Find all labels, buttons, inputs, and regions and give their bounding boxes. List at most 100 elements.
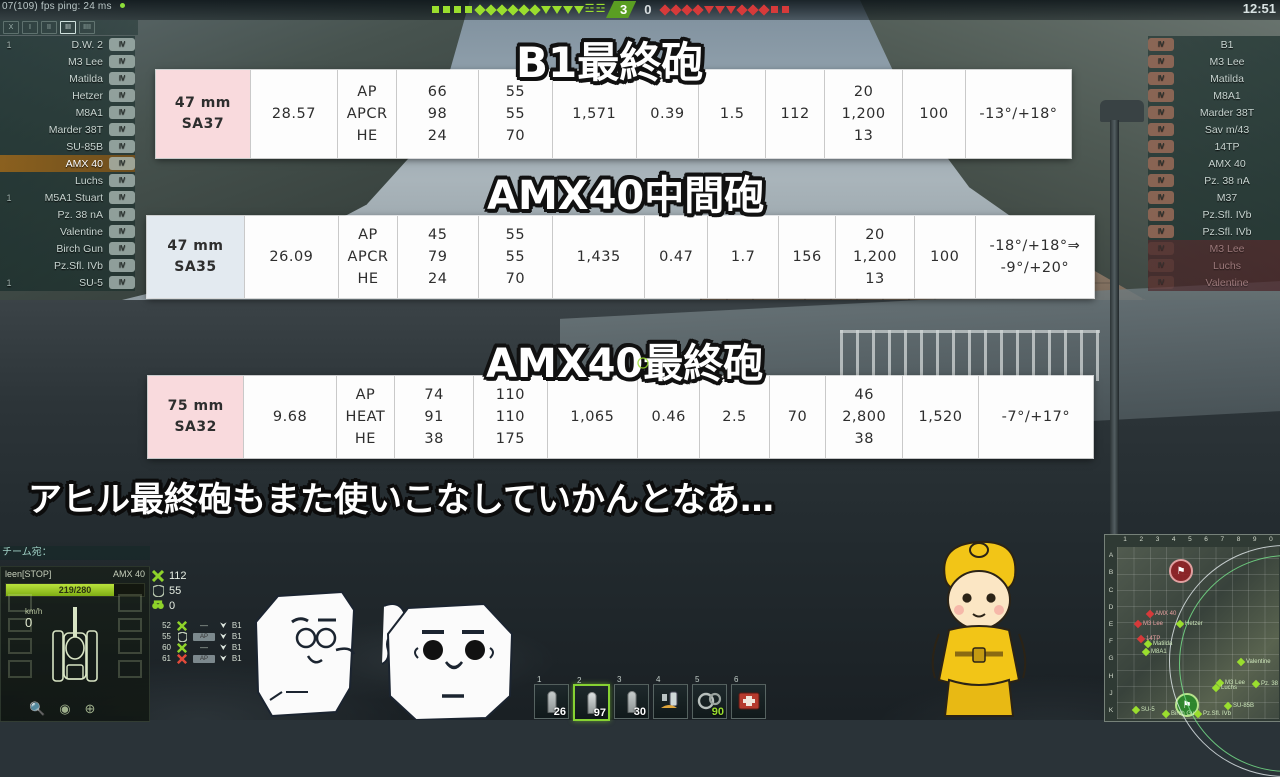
ally-roster-row[interactable]: Pz.Sfl. IVb IV <box>0 257 135 274</box>
ally-roster-row[interactable]: 1 SU-5 IV <box>0 274 135 291</box>
enemy-roster-row[interactable]: IV M37 <box>1148 189 1280 206</box>
team-chat-label[interactable]: チーム宛： <box>0 546 150 560</box>
enemy-roster-row[interactable]: IV Valentine <box>1148 274 1280 291</box>
enemy-roster-row[interactable]: IV Pz. 38 nA <box>1148 172 1280 189</box>
ammo-slot-ap-shell[interactable]: 1 26 <box>534 675 569 719</box>
minimap-marker[interactable]: Birch Gun <box>1161 709 1198 719</box>
ally-roster-row[interactable]: M8A1 IV <box>0 104 135 121</box>
vehicle-class-icon: IV <box>1148 106 1174 119</box>
enemy-roster-row[interactable]: IV B1 <box>1148 36 1280 53</box>
minimap-marker-label: SU-85B <box>1233 703 1255 709</box>
tier-chip-IIII[interactable]: IIII <box>79 21 95 34</box>
minimap-col-label: 0 <box>1269 536 1273 543</box>
minimap-marker[interactable]: SU-5 <box>1131 705 1155 715</box>
enemy-roster-row[interactable]: IV Sav m/43 <box>1148 121 1280 138</box>
vehicle-panel-header: leen[STOP] AMX 40 <box>1 567 149 581</box>
enemy-roster-row[interactable]: IV AMX 40 <box>1148 155 1280 172</box>
cell-line: 55 <box>505 226 526 243</box>
enemy-roster-row[interactable]: IV Pz.Sfl. IVb <box>1148 206 1280 223</box>
enemy-roster-row[interactable]: IV Matilda <box>1148 70 1280 87</box>
binoculars-icon[interactable]: 🔍 <box>29 701 45 717</box>
minimap-marker-icon <box>1145 609 1155 619</box>
damage-log-value: 61 <box>162 654 171 663</box>
cell-line: APCR <box>346 105 388 122</box>
ally-roster-row[interactable]: 1 D.W. 2 IV <box>0 36 135 53</box>
ally-tick-arty: ☲ <box>584 3 595 15</box>
damage-log-value: 55 <box>162 632 171 641</box>
table-cell: 1,520 <box>903 376 979 458</box>
minimap-marker[interactable]: Pz. 38 nA <box>1251 679 1280 689</box>
roster-vehicle-name: Matilda <box>1210 72 1244 85</box>
cell-line: 66 <box>427 83 448 100</box>
ally-tick-diamond <box>506 1 519 18</box>
ally-tick-square <box>430 1 441 18</box>
ally-roster-row[interactable]: Matilda IV <box>0 70 135 87</box>
ally-roster-row[interactable]: Hetzer IV <box>0 87 135 104</box>
minimap-marker[interactable]: SU-85B <box>1223 701 1255 711</box>
ally-roster-row[interactable]: Luchs IV <box>0 172 135 189</box>
ammo-slot-repair-kit[interactable]: 4 <box>653 675 688 719</box>
enemy-roster-row[interactable]: IV 14TP <box>1148 138 1280 155</box>
tier-chip-III[interactable]: III <box>60 21 76 34</box>
ammo-slot-extinguisher[interactable]: 5 90 <box>692 675 727 719</box>
tier-chip-II[interactable]: II <box>41 21 57 34</box>
minimap-col-label: 2 <box>1139 536 1144 543</box>
minimap-marker[interactable]: Luchs <box>1211 683 1237 693</box>
ally-roster-row[interactable]: Birch Gun IV <box>0 240 135 257</box>
minimap-marker[interactable]: Matilda <box>1143 639 1172 649</box>
minimap-marker-icon <box>1131 705 1141 715</box>
vehicle-panel-buttons[interactable]: 🔍 ◉ ⊕ <box>29 701 95 717</box>
minimap-marker[interactable]: AMX 40 <box>1145 609 1176 619</box>
ally-roster[interactable]: 1 D.W. 2 IV M3 Lee IV Matilda IV Hetzer IV M8A1 IV… <box>0 36 135 291</box>
cell-line: 38 <box>424 431 444 448</box>
target-icon[interactable]: ◉ <box>59 701 70 717</box>
vehicle-class-icon: IV <box>1148 123 1174 136</box>
minimap-row-label: F <box>1109 638 1113 646</box>
ally-roster-row[interactable]: Pz. 38 nA IV <box>0 206 135 223</box>
enemy-roster[interactable]: IV B1 IV M3 Lee IV Matilda IV M8A1 IV Marder 38T I… <box>1148 36 1280 291</box>
minimap-row-label: D <box>1108 603 1114 611</box>
tier-filter-row[interactable]: X I II III IIII <box>0 20 138 35</box>
minimap-grid[interactable]: ⚑ ⚑ <box>1117 545 1280 777</box>
ally-roster-row[interactable]: SU-85B IV <box>0 138 135 155</box>
gun-stats-table-amx40-mid: 47 mm SA35 26.09 AP APCR HE 45 79 24 55 55 70 1,435 0… <box>147 216 1094 298</box>
ammo-slot-apcr-shell[interactable]: 2 97 <box>573 676 610 721</box>
vehicle-class-icon: IV <box>1148 157 1174 170</box>
consumables-ammo-bar[interactable]: 1 26 2 97 3 30 4 5 90 6 <box>534 675 766 721</box>
enemy-tick-diamond <box>692 1 704 18</box>
minimap[interactable]: ⚑ ⚑ 1 2 3 4 5 6 7 8 9 0 A B C D E F G H J K AMX 40 M3 Lee He… <box>1104 534 1280 777</box>
ammo-slot-first-aid[interactable]: 6 <box>731 675 766 719</box>
ally-roster-row[interactable]: Marder 38T IV <box>0 121 135 138</box>
ally-roster-row[interactable]: Valentine IV <box>0 223 135 240</box>
tier-chip-X[interactable]: X <box>3 21 19 34</box>
enemy-tick-triangle <box>703 1 714 18</box>
ammo-count: 90 <box>711 706 724 718</box>
section-heading-3: AMX40最終砲 <box>486 341 764 387</box>
vehicle-class-icon: IV <box>109 242 135 255</box>
enemy-roster-row[interactable]: IV Luchs <box>1148 257 1280 274</box>
enemy-roster-row[interactable]: IV M8A1 <box>1148 87 1280 104</box>
minimap-marker[interactable]: Hetzer <box>1175 619 1203 629</box>
minimap-row-label: C <box>1108 586 1114 594</box>
cell-line: 55 <box>505 105 526 122</box>
minimap-marker[interactable]: M8A1 <box>1141 647 1167 657</box>
cell-line: 70 <box>505 271 526 288</box>
ally-roster-row[interactable]: 1 M5A1 Stuart IV <box>0 189 135 206</box>
section-heading-2: AMX40中間砲 <box>487 173 765 219</box>
minimap-marker[interactable]: Pz.Sfl. IVb <box>1193 709 1231 719</box>
crosshair-icon[interactable]: ⊕ <box>85 701 96 717</box>
gun-name-cell: 47 mm SA35 <box>147 216 245 298</box>
ammo-slot-number: 2 <box>577 676 582 685</box>
enemy-roster-row[interactable]: IV Pz.Sfl. IVb <box>1148 223 1280 240</box>
minimap-marker[interactable]: M3 Lee <box>1133 619 1164 629</box>
tier-chip-I[interactable]: I <box>22 21 38 34</box>
enemy-roster-row[interactable]: IV M3 Lee <box>1148 240 1280 257</box>
enemy-roster-row[interactable]: IV M3 Lee <box>1148 53 1280 70</box>
ally-roster-row[interactable]: M3 Lee IV <box>0 53 135 70</box>
minimap-marker-label: M3 Lee <box>1143 621 1164 627</box>
enemy-roster-row[interactable]: IV Marder 38T <box>1148 104 1280 121</box>
vehicle-class-icon: IV <box>109 106 135 119</box>
minimap-marker[interactable]: Valentine <box>1236 657 1271 667</box>
ally-roster-row[interactable]: AMX 40 IV <box>0 155 135 172</box>
ammo-slot-he-shell[interactable]: 3 30 <box>614 675 649 719</box>
